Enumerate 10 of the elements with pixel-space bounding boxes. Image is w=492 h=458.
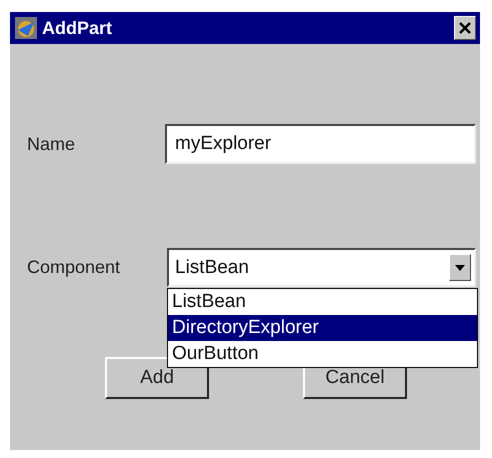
dropdown-option[interactable]: DirectoryExplorer [168, 315, 477, 341]
close-icon [458, 21, 472, 35]
close-button[interactable] [454, 16, 476, 40]
caret-down-icon [455, 264, 465, 270]
app-icon [14, 16, 38, 40]
name-label: Name [27, 134, 76, 154]
window-title: AddPart [42, 18, 112, 38]
name-input-field[interactable]: myExplorer [165, 124, 476, 164]
dropdown-arrow-button[interactable] [449, 254, 471, 281]
component-label: Component [27, 257, 122, 278]
